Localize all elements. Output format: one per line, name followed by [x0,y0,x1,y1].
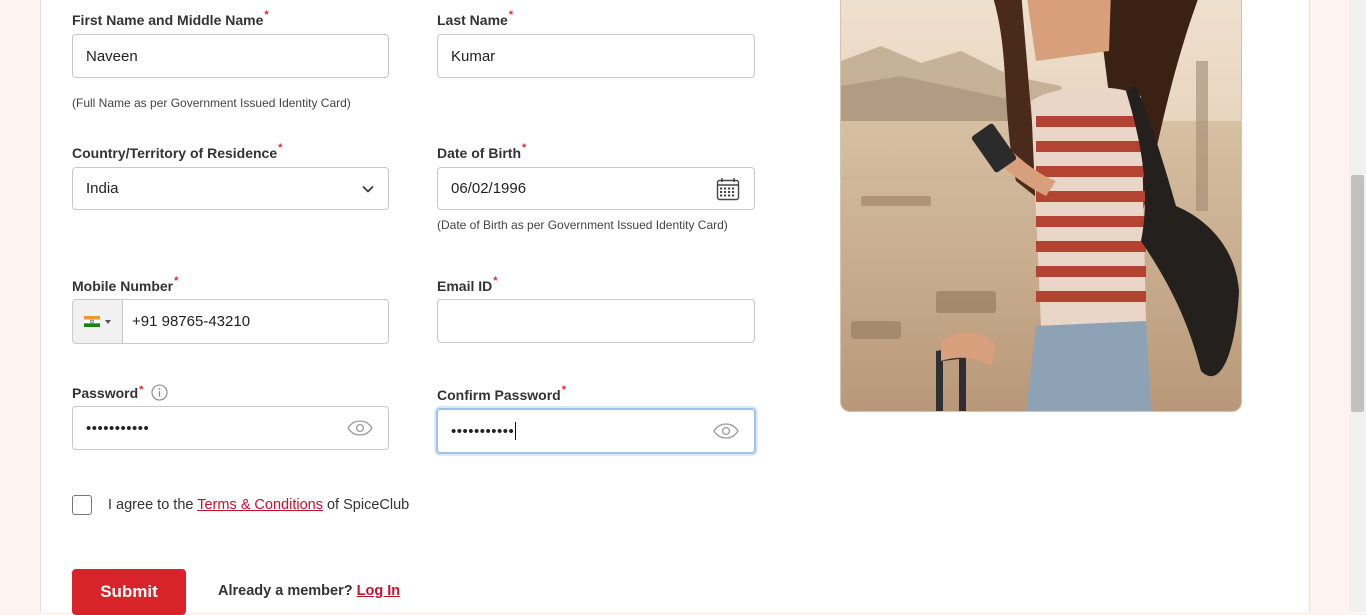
dob-value: 06/02/1996 [451,180,527,197]
country-label: Country/Territory of Residence* [72,142,283,161]
submit-button[interactable]: Submit [72,569,186,615]
last-name-input[interactable]: Kumar [437,34,755,78]
calendar-icon[interactable] [716,177,740,201]
login-link[interactable]: Log In [357,583,401,599]
confirm-password-value: ••••••••••• [438,422,517,440]
first-name-input[interactable]: Naveen [72,34,389,78]
password-label: Password * [72,384,168,401]
country-code-select[interactable] [73,300,123,343]
first-name-label: First Name and Middle Name* [72,9,269,28]
scrollbar-thumb[interactable] [1351,175,1364,412]
password-input[interactable]: ••••••••••• [72,406,389,450]
first-name-hint: (Full Name as per Government Issued Iden… [72,96,351,110]
mobile-label: Mobile Number* [72,275,179,294]
email-label: Email ID* [437,275,498,294]
member-prompt: Already a member? Log In [218,583,400,599]
first-name-value: Naveen [86,47,138,65]
chevron-down-icon [362,185,374,193]
terms-suffix: of SpiceClub [326,497,410,513]
country-value: India [86,180,119,197]
terms-checkbox[interactable] [72,495,92,515]
confirm-password-text: ••••••••••• [451,422,515,440]
member-text: Already a member? [218,583,353,599]
password-value: ••••••••••• [86,419,150,437]
dob-input[interactable]: 06/02/1996 [437,167,755,210]
traveler-photo [840,0,1242,412]
mobile-value: +91 98765-43210 [132,313,251,330]
dob-hint: (Date of Birth as per Government Issued … [437,218,728,232]
text-cursor [515,422,517,440]
info-icon[interactable] [151,384,168,401]
confirm-password-input[interactable]: ••••••••••• [436,408,756,454]
terms-text: I agree to the Terms & Conditions of Spi… [108,497,409,513]
last-name-value: Kumar [451,47,496,65]
last-name-label: Last Name* [437,9,514,28]
terms-link[interactable]: Terms & Conditions [197,497,323,513]
country-select[interactable]: India [72,167,389,210]
terms-prefix: I agree to the [108,497,194,513]
india-flag-icon [84,316,100,327]
caret-down-icon [105,319,111,324]
mobile-input[interactable]: +91 98765-43210 [72,299,389,344]
dob-label: Date of Birth* [437,142,527,161]
confirm-password-label: Confirm Password* [437,384,566,403]
email-input[interactable] [437,299,755,343]
eye-icon[interactable] [347,420,373,436]
eye-icon[interactable] [713,423,739,439]
